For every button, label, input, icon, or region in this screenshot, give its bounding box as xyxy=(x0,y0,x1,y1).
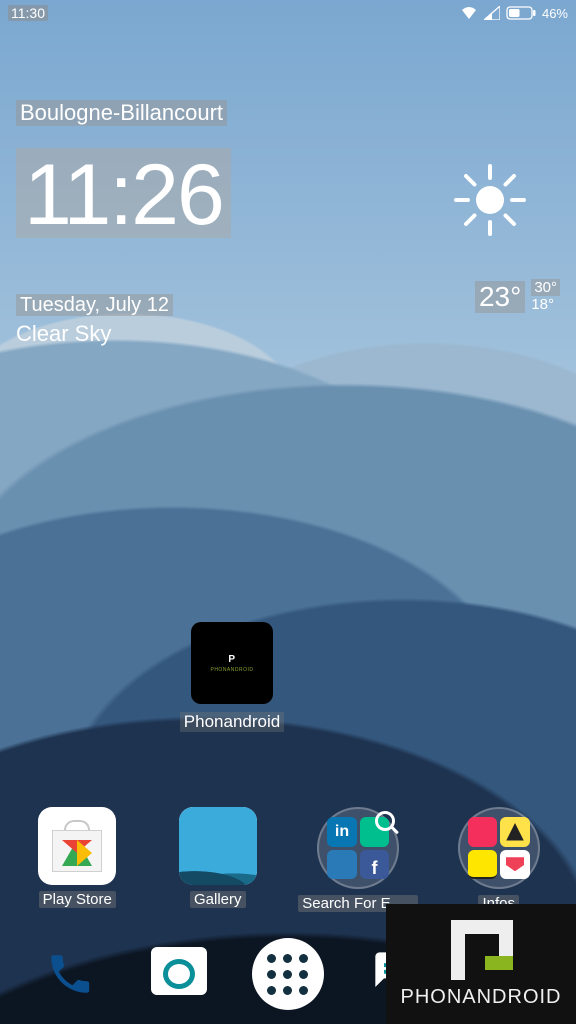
temp-current: 23° xyxy=(475,281,525,313)
sun-icon xyxy=(450,160,530,245)
weather-condition: Clear Sky xyxy=(16,321,560,347)
temp-high: 30° xyxy=(531,279,560,296)
signal-icon xyxy=(484,6,500,20)
status-right: 46% xyxy=(460,6,568,21)
weather-temps: 23° 30° 18° xyxy=(475,280,560,313)
app-label: Play Store xyxy=(39,891,116,908)
home-screen: 11:30 46% Boulogne-Billancourt 11:26 xyxy=(0,0,576,1024)
phonandroid-logo-icon xyxy=(445,920,517,980)
folder-icon xyxy=(458,807,540,889)
status-time: 11:30 xyxy=(8,5,48,21)
play-store-icon xyxy=(38,807,116,885)
temp-low: 18° xyxy=(531,296,554,313)
folder-infos[interactable]: Infos xyxy=(436,807,563,912)
watermark-text: PHONANDROID xyxy=(400,986,561,1009)
gallery-icon xyxy=(179,807,257,885)
app-play-store[interactable]: Play Store xyxy=(14,807,141,912)
watermark-phonandroid: PHONANDROID xyxy=(386,904,576,1024)
camera-icon xyxy=(151,953,207,995)
dock-phone[interactable] xyxy=(16,949,125,999)
shortcut-phonandroid[interactable]: PPHONANDROID Phonandroid xyxy=(162,622,302,732)
app-label: Gallery xyxy=(190,891,246,908)
weather-clock-widget[interactable]: Boulogne-Billancourt 11:26 Tuesday, July… xyxy=(16,100,560,347)
shortcut-label: Phonandroid xyxy=(180,712,284,732)
status-bar[interactable]: 11:30 46% xyxy=(0,0,576,26)
widget-date: Tuesday, July 12 xyxy=(16,294,173,316)
app-drawer-icon xyxy=(252,938,324,1010)
folder-icon: in f xyxy=(317,807,399,889)
wifi-icon xyxy=(460,6,478,20)
dock-app-drawer[interactable] xyxy=(234,938,343,1010)
battery-icon xyxy=(506,6,536,20)
dock-camera[interactable] xyxy=(125,953,234,995)
battery-percent: 46% xyxy=(542,6,568,21)
folder-search-for-em[interactable]: in f Search For Em… xyxy=(295,807,422,912)
app-gallery[interactable]: Gallery xyxy=(155,807,282,912)
weather-location: Boulogne-Billancourt xyxy=(16,100,227,126)
phonandroid-icon: PPHONANDROID xyxy=(191,622,273,704)
widget-clock: 11:26 xyxy=(16,148,231,238)
